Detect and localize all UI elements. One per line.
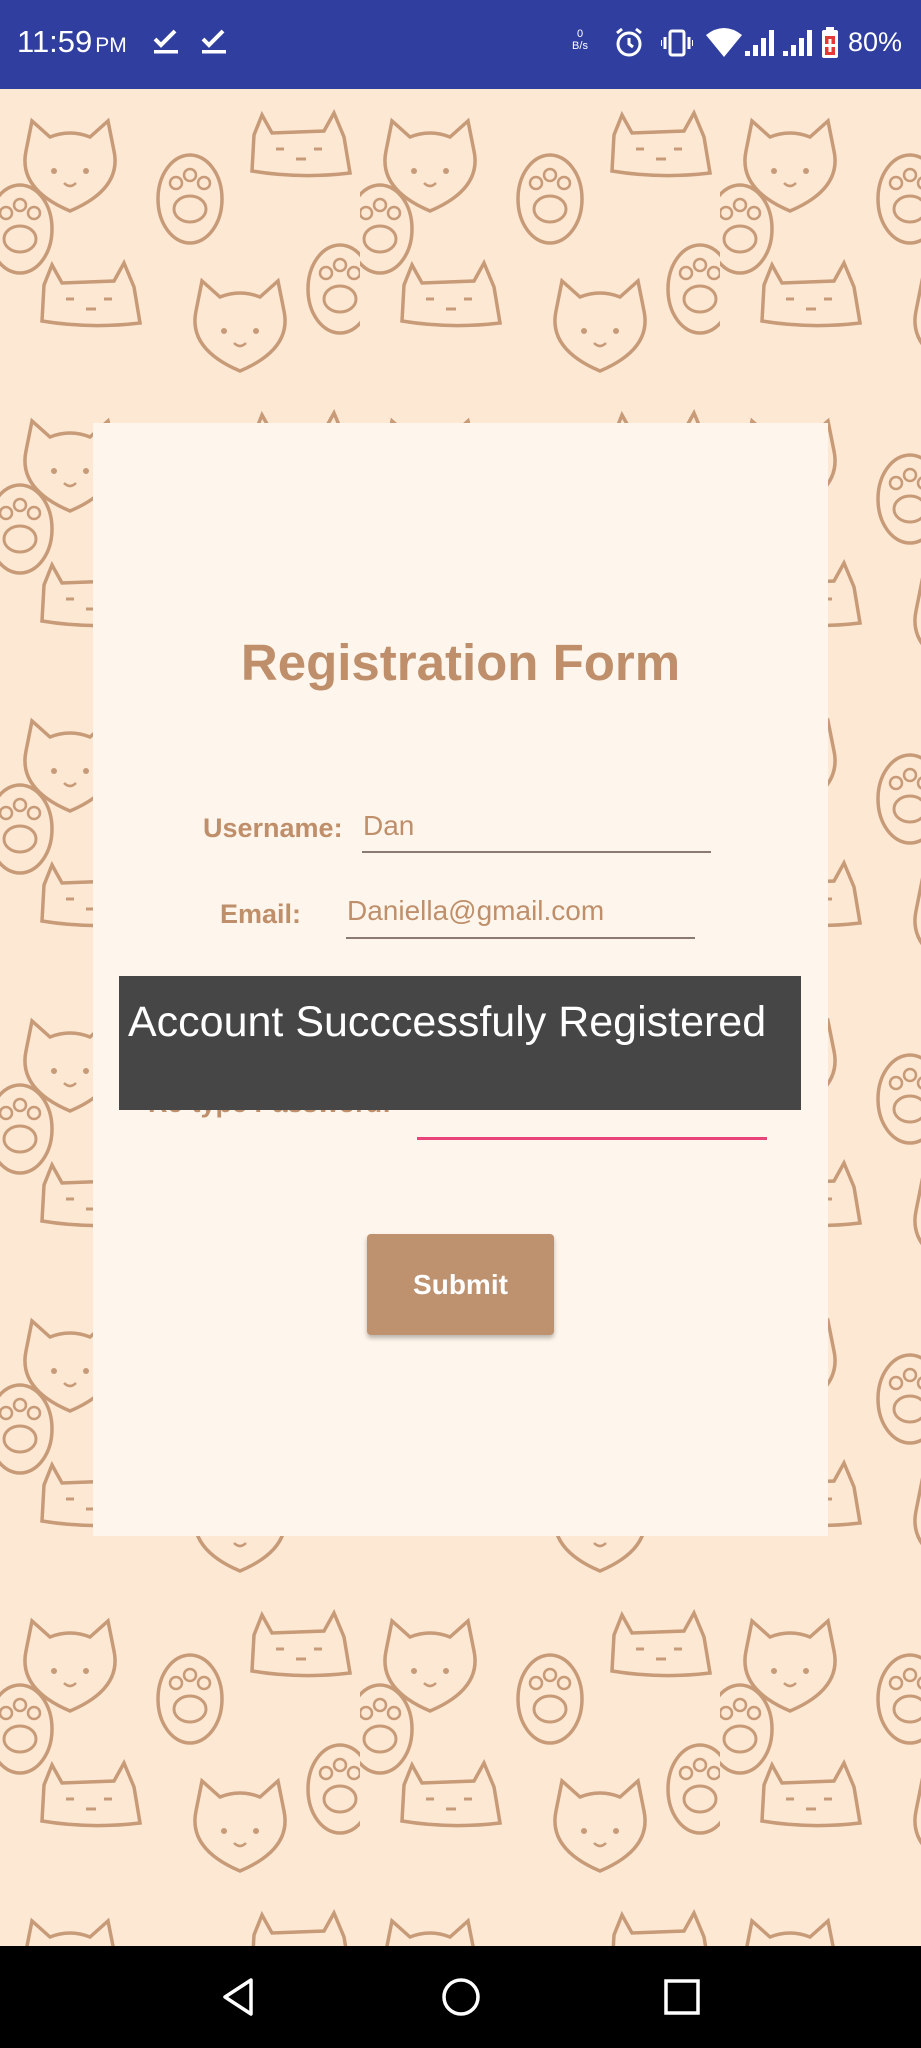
username-label: Username: xyxy=(203,813,343,843)
retype-password-field[interactable] xyxy=(417,1137,767,1140)
signal-icon xyxy=(745,30,774,56)
username-underline xyxy=(362,851,711,853)
net-speed-value: 0 xyxy=(576,28,584,40)
status-time-value: 11:59 xyxy=(17,24,93,59)
net-speed-unit: B/s xyxy=(572,40,588,52)
status-time: 11:59 PM xyxy=(17,24,127,60)
alarm-icon xyxy=(616,27,642,57)
recents-icon[interactable] xyxy=(661,1976,703,2018)
email-field[interactable]: Daniella@gmail.com xyxy=(347,895,604,927)
status-time-ampm: PM xyxy=(95,34,127,57)
check-icon xyxy=(153,29,178,54)
check-icon xyxy=(201,29,226,54)
email-underline xyxy=(346,937,695,939)
email-label: Email: xyxy=(220,899,302,929)
page-title: Registration Form xyxy=(240,634,681,691)
username-field[interactable]: Dan xyxy=(363,810,414,842)
net-speed-indicator: 0 B/s xyxy=(569,28,591,52)
back-icon[interactable] xyxy=(218,1976,260,2018)
vibrate-icon xyxy=(661,29,693,57)
home-icon[interactable] xyxy=(440,1976,482,2018)
submit-button[interactable]: Submit xyxy=(367,1234,554,1335)
toast-message: Account Succcessfuly Registered xyxy=(119,976,801,1110)
signal-icon xyxy=(783,30,812,56)
navigation-bar xyxy=(0,1946,921,2048)
wifi-icon xyxy=(706,28,742,57)
status-bar: 11:59 PM 0 B/s 80% xyxy=(0,0,921,89)
battery-icon xyxy=(822,27,838,58)
battery-percent: 80% xyxy=(848,27,903,57)
